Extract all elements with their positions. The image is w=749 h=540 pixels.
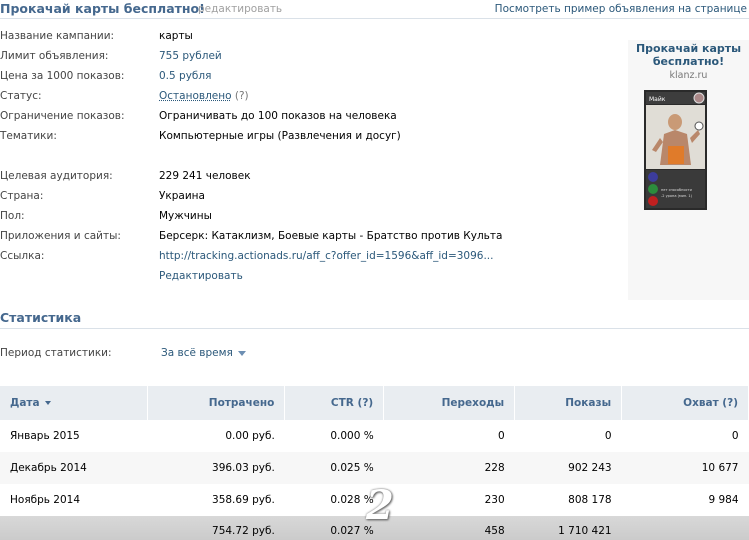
info-row-edit: Редактировать [0, 270, 620, 290]
apps-label: Приложения и сайты: [0, 230, 121, 242]
status-help-icon[interactable]: (?) [235, 90, 249, 102]
cell-date: Декабрь 2014 [0, 452, 148, 484]
period-value: За всё время [161, 347, 233, 359]
link-label: Ссылка: [0, 250, 45, 262]
info-row-price: Цена за 1000 показов: 0.5 рубля [0, 70, 620, 90]
watermark-number: 2 [366, 482, 394, 529]
cell-clicks: 228 [383, 452, 515, 484]
info-row-gender: Пол: Мужчины [0, 210, 620, 230]
audience-value: 229 241 человек [159, 170, 251, 182]
card-name-text: Майк [649, 96, 666, 103]
country-value: Украина [159, 190, 205, 202]
limit-value[interactable]: 755 рублей [159, 50, 222, 62]
chevron-down-icon [237, 350, 246, 356]
topics-label: Тематики: [0, 130, 57, 142]
cell-date: Ноябрь 2014 [10, 494, 81, 506]
header-bar: Прокачай карты бесплатно! редактировать … [0, 0, 749, 19]
cell-spent: 358.69 руб. [212, 494, 275, 506]
period-dropdown[interactable]: За всё время [161, 347, 246, 359]
info-row-link: Ссылка: http://tracking.actionads.ru/aff… [0, 250, 620, 270]
card-text-1: нет способности [661, 188, 692, 192]
total-date [0, 516, 148, 540]
topics-value: Компьютерные игры (Развлечения и досуг) [159, 130, 401, 142]
cell-reach: 10 677 [621, 452, 749, 484]
status-value-group: Остановлено (?) [159, 90, 249, 102]
cell-reach: 9 984 [708, 494, 739, 506]
cell-views: 902 243 [514, 452, 622, 484]
col-clicks[interactable]: Переходы [383, 386, 516, 420]
view-example-link[interactable]: Посмотреть пример объявления на странице [495, 3, 747, 15]
cell-date: Январь 2015 [10, 430, 80, 442]
table-row: Январь 2015 0.00 руб. 0.000 % 0 0 0 [0, 420, 749, 452]
preview-title: Прокачай карты бесплатно! [635, 42, 742, 68]
cell-views: 808 178 [568, 494, 612, 506]
cell-clicks: 0 [497, 430, 505, 442]
edit-ad-link[interactable]: Редактировать [159, 270, 243, 282]
tracking-link[interactable]: http://tracking.actionads.ru/aff_c?offer… [159, 250, 493, 262]
stats-title: Статистика [0, 310, 82, 325]
card-image: Майк нет способности -2 урона (мин. 1) [644, 90, 707, 210]
campaign-title: Прокачай карты бесплатно! [0, 1, 205, 16]
total-views: 1 710 421 [514, 516, 622, 540]
card-text-2: -2 урона (мин. 1) [661, 194, 693, 198]
price-label: Цена за 1000 показов: [0, 70, 125, 82]
price-value[interactable]: 0.5 рубля [159, 70, 211, 82]
cell-clicks: 230 [484, 494, 505, 506]
limit-views-value: Ограничивать до 100 показов на человека [159, 110, 397, 122]
col-views[interactable]: Показы [514, 386, 623, 420]
status-label: Статус: [0, 90, 42, 102]
sort-down-icon [44, 401, 51, 405]
info-row-audience: Целевая аудитория: 229 241 человек [0, 170, 620, 190]
cell-spent: 0.00 руб. [225, 430, 275, 442]
info-row-apps: Приложения и сайты: Берсерк: Катаклизм, … [0, 230, 620, 250]
campaign-name-value: карты [159, 30, 193, 42]
info-row-topics: Тематики: Компьютерные игры (Развлечения… [0, 130, 620, 150]
status-value[interactable]: Остановлено [159, 90, 232, 102]
preview-domain: klanz.ru [669, 70, 708, 81]
cell-views: 0 [604, 430, 612, 442]
apps-value: Берсерк: Катаклизм, Боевые карты - Братс… [159, 230, 503, 242]
col-spent[interactable]: Потрачено [147, 386, 286, 420]
total-clicks: 458 [383, 516, 515, 540]
info-row-country: Страна: Украина [0, 190, 620, 210]
total-spent: 754.72 руб. [147, 516, 285, 540]
audience-label: Целевая аудитория: [0, 170, 113, 182]
limit-views-label: Ограничение показов: [0, 110, 125, 122]
col-reach[interactable]: Охват (?) [621, 386, 749, 420]
gender-value: Мужчины [159, 210, 212, 222]
cell-reach: 0 [731, 430, 739, 442]
col-ctr[interactable]: CTR (?) [284, 386, 385, 420]
ad-preview[interactable]: Прокачай карты бесплатно! klanz.ru Майк … [628, 40, 749, 300]
info-row-status: Статус: Остановлено (?) [0, 90, 620, 110]
info-row-limit-views: Ограничение показов: Ограничивать до 100… [0, 110, 620, 130]
cell-spent: 396.03 руб. [147, 452, 285, 484]
gender-label: Пол: [0, 210, 25, 222]
cell-ctr: 0.000 % [330, 430, 374, 442]
country-label: Страна: [0, 190, 44, 202]
table-row: Декабрь 2014 396.03 руб. 0.025 % 228 902… [0, 452, 749, 484]
cell-ctr: 0.025 % [284, 452, 384, 484]
info-row-limit: Лимит объявления: 755 рублей [0, 50, 620, 70]
col-date[interactable]: Дата [0, 386, 149, 420]
total-reach [621, 516, 749, 540]
info-row-campaign-name: Название кампании: карты [0, 30, 620, 50]
stats-divider [0, 328, 749, 329]
period-label: Период статистики: [0, 347, 112, 359]
campaign-name-label: Название кампании: [0, 30, 115, 42]
limit-label: Лимит объявления: [0, 50, 109, 62]
table-header-row: Дата Потрачено CTR (?) Переходы Показы О… [0, 386, 749, 420]
edit-campaign-link[interactable]: редактировать [198, 3, 282, 15]
